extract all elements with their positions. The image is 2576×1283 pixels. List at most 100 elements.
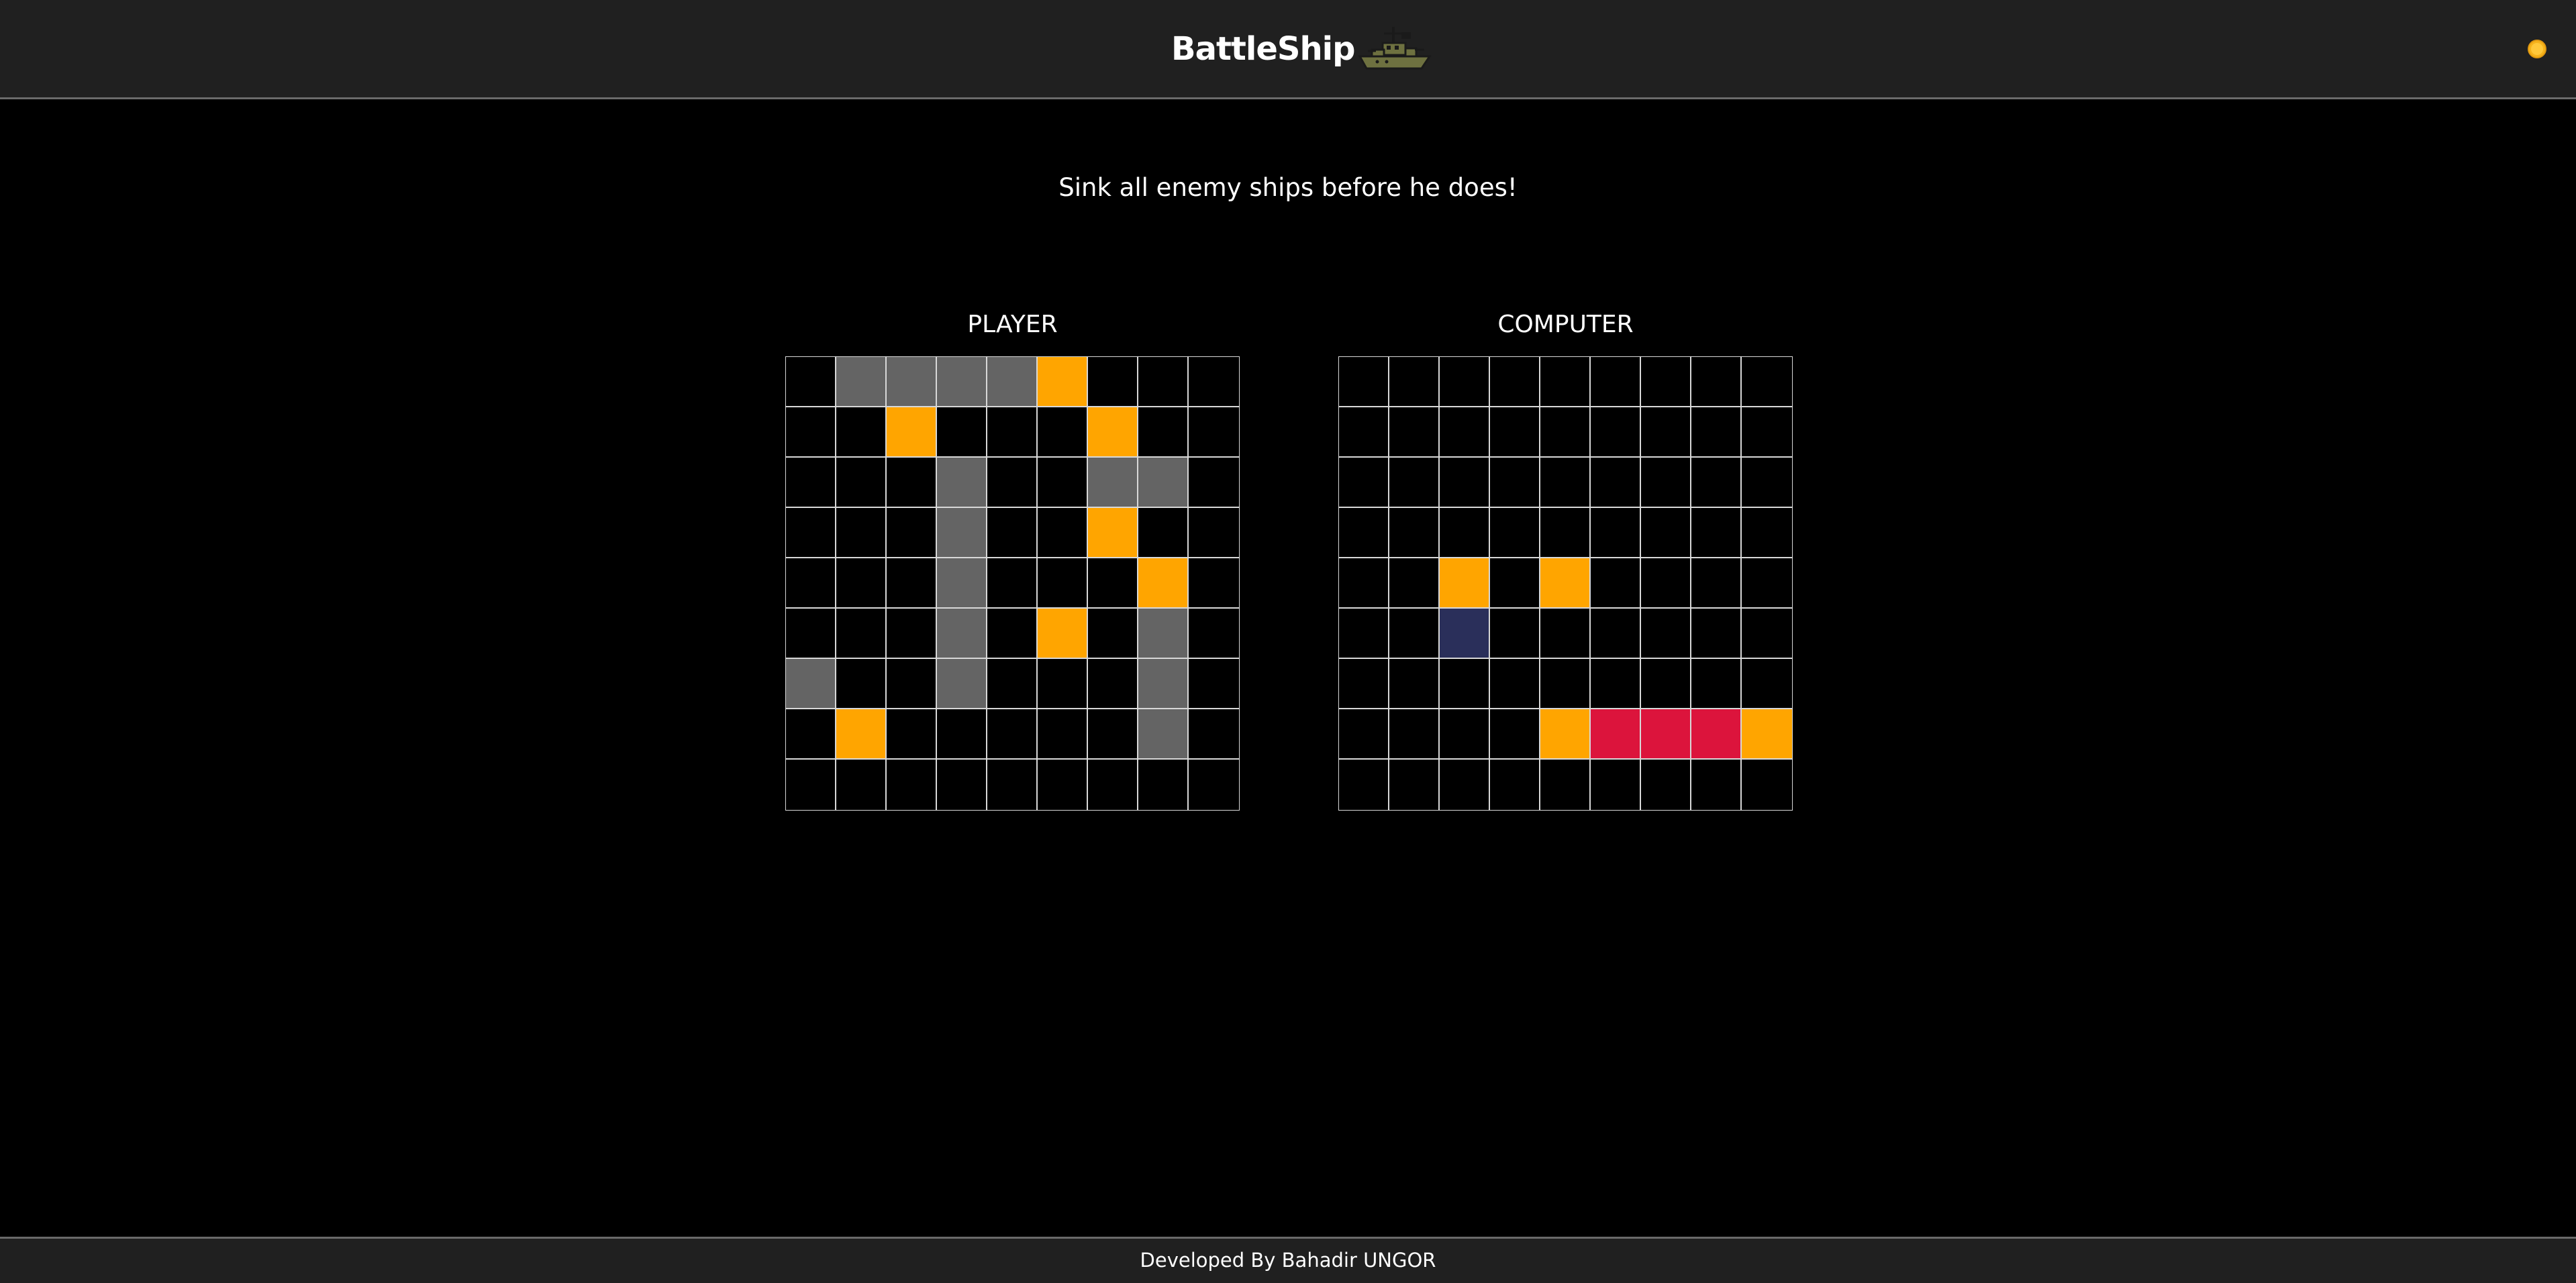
computer-cell-empty[interactable] [1440,760,1490,810]
computer-cell-empty[interactable] [1540,458,1591,508]
computer-cell-miss[interactable] [1540,558,1591,609]
computer-cell-empty[interactable] [1742,458,1792,508]
computer-cell-empty[interactable] [1440,458,1490,508]
computer-cell-miss[interactable] [1440,558,1490,609]
computer-cell-empty[interactable] [1389,558,1440,609]
computer-cell-empty[interactable] [1742,609,1792,659]
computer-cell-empty[interactable] [1641,508,1691,558]
computer-cell-empty[interactable] [1339,458,1389,508]
computer-cell-empty[interactable] [1641,357,1691,407]
computer-cell-empty[interactable] [1591,407,1641,458]
computer-cell-empty[interactable] [1389,458,1440,508]
computer-cell-empty[interactable] [1540,609,1591,659]
player-cell-empty [836,558,887,609]
computer-cell-empty[interactable] [1591,659,1641,709]
computer-cell-empty[interactable] [1540,508,1591,558]
computer-cell-empty[interactable] [1691,558,1742,609]
computer-cell-empty[interactable] [1440,508,1490,558]
computer-cell-empty[interactable] [1641,760,1691,810]
player-cell-empty [937,407,987,458]
computer-cell-empty[interactable] [1440,659,1490,709]
computer-cell-hit[interactable] [1691,709,1742,760]
computer-cell-empty[interactable] [1641,609,1691,659]
computer-cell-empty[interactable] [1742,508,1792,558]
computer-cell-empty[interactable] [1540,357,1591,407]
computer-cell-empty[interactable] [1339,760,1389,810]
computer-cell-hit[interactable] [1591,709,1641,760]
computer-cell-empty[interactable] [1691,508,1742,558]
computer-cell-empty[interactable] [1339,659,1389,709]
computer-cell-empty[interactable] [1691,407,1742,458]
computer-cell-empty[interactable] [1389,407,1440,458]
player-cell-miss [887,407,937,458]
player-cell-empty [987,407,1038,458]
player-cell-miss [836,709,887,760]
computer-cell-empty[interactable] [1591,558,1641,609]
computer-cell-miss[interactable] [1540,709,1591,760]
computer-cell-empty[interactable] [1490,760,1540,810]
player-cell-empty [987,609,1038,659]
player-cell-empty [887,609,937,659]
computer-cell-empty[interactable] [1591,609,1641,659]
computer-cell-empty[interactable] [1641,407,1691,458]
computer-cell-empty[interactable] [1591,458,1641,508]
computer-cell-selected[interactable] [1440,609,1490,659]
computer-cell-empty[interactable] [1490,609,1540,659]
computer-cell-empty[interactable] [1691,458,1742,508]
computer-cell-miss[interactable] [1742,709,1792,760]
computer-cell-empty[interactable] [1339,609,1389,659]
computer-cell-empty[interactable] [1490,357,1540,407]
computer-cell-empty[interactable] [1490,407,1540,458]
player-cell-empty [1038,407,1088,458]
computer-cell-empty[interactable] [1742,659,1792,709]
computer-cell-empty[interactable] [1591,508,1641,558]
computer-cell-empty[interactable] [1742,558,1792,609]
computer-cell-empty[interactable] [1691,659,1742,709]
computer-cell-empty[interactable] [1742,760,1792,810]
computer-cell-empty[interactable] [1490,458,1540,508]
player-cell-ship [887,357,937,407]
player-cell-empty [1088,558,1138,609]
computer-cell-empty[interactable] [1490,659,1540,709]
computer-cell-empty[interactable] [1389,357,1440,407]
computer-cell-empty[interactable] [1490,558,1540,609]
computer-cell-empty[interactable] [1540,659,1591,709]
computer-cell-empty[interactable] [1641,458,1691,508]
computer-cell-empty[interactable] [1440,357,1490,407]
computer-board-section: COMPUTER [1338,305,1793,811]
computer-cell-empty[interactable] [1339,558,1389,609]
computer-cell-empty[interactable] [1742,357,1792,407]
player-board-grid [785,356,1240,811]
computer-cell-empty[interactable] [1490,508,1540,558]
player-cell-empty [786,709,836,760]
computer-cell-empty[interactable] [1742,407,1792,458]
computer-cell-empty[interactable] [1691,357,1742,407]
computer-cell-empty[interactable] [1389,609,1440,659]
player-cell-ship [937,357,987,407]
computer-cell-empty[interactable] [1339,407,1389,458]
player-cell-empty [1189,508,1239,558]
computer-cell-empty[interactable] [1339,508,1389,558]
computer-cell-empty[interactable] [1490,709,1540,760]
computer-cell-empty[interactable] [1339,357,1389,407]
computer-cell-empty[interactable] [1540,407,1591,458]
computer-cell-empty[interactable] [1691,760,1742,810]
computer-cell-empty[interactable] [1641,558,1691,609]
computer-cell-empty[interactable] [1389,709,1440,760]
computer-cell-empty[interactable] [1389,659,1440,709]
computer-cell-empty[interactable] [1440,709,1490,760]
computer-cell-empty[interactable] [1641,659,1691,709]
computer-cell-empty[interactable] [1389,760,1440,810]
sun-icon[interactable] [2525,37,2549,61]
player-cell-empty [1038,558,1088,609]
computer-cell-empty[interactable] [1540,760,1591,810]
player-cell-empty [1138,357,1189,407]
computer-cell-empty[interactable] [1591,357,1641,407]
computer-cell-hit[interactable] [1641,709,1691,760]
computer-cell-empty[interactable] [1440,407,1490,458]
player-cell-empty [887,558,937,609]
computer-cell-empty[interactable] [1691,609,1742,659]
computer-cell-empty[interactable] [1339,709,1389,760]
computer-cell-empty[interactable] [1389,508,1440,558]
computer-cell-empty[interactable] [1591,760,1641,810]
